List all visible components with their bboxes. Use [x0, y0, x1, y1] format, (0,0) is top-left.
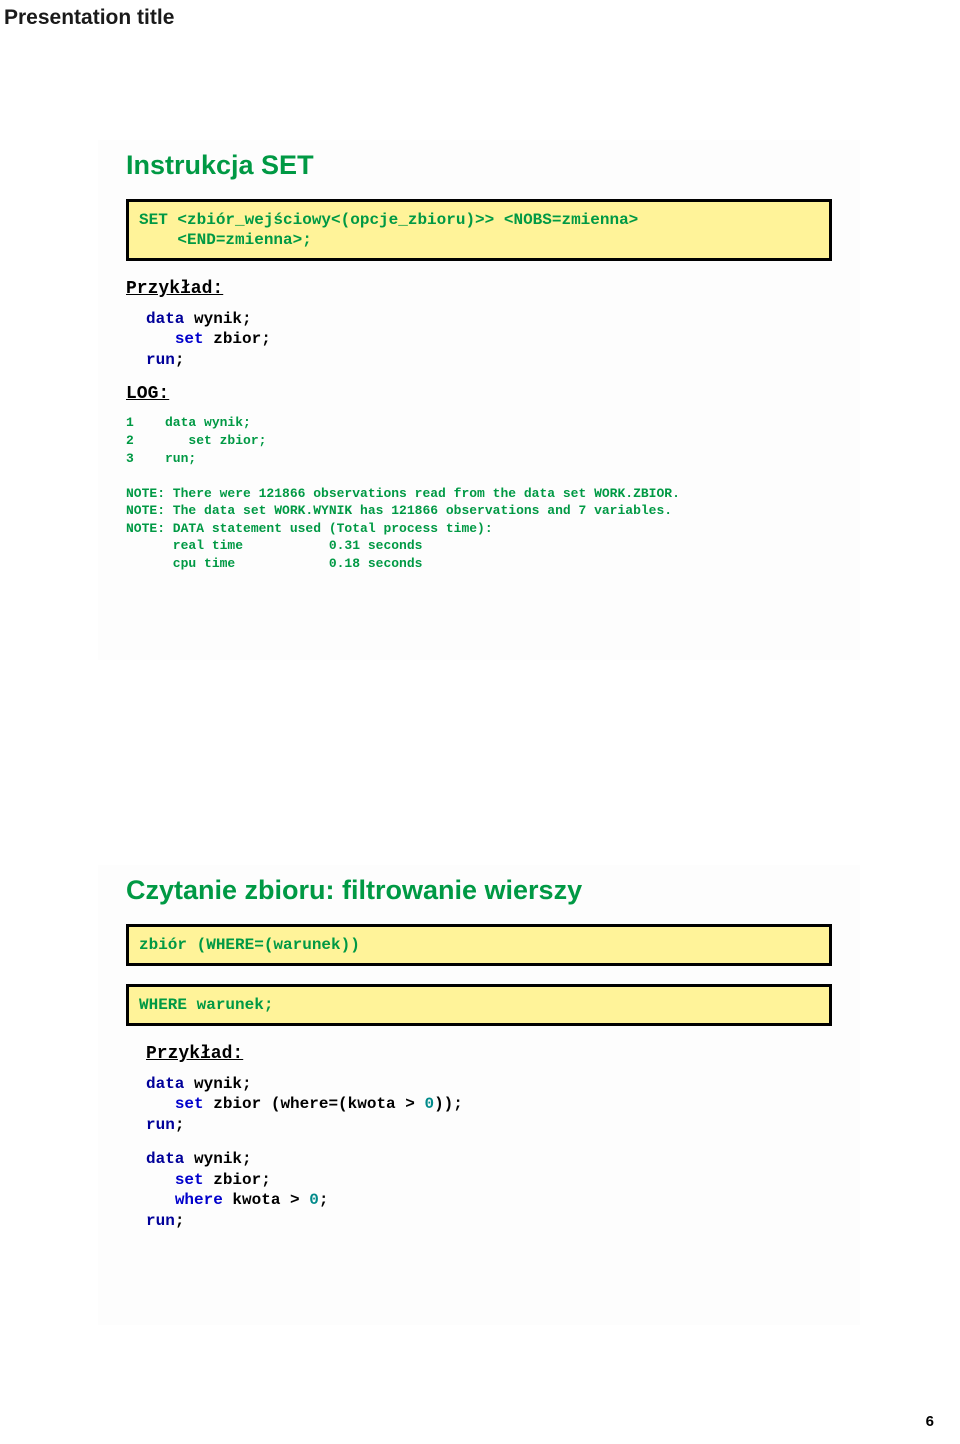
example-label: Przykład: — [146, 1044, 832, 1064]
slide-title: Instrukcja SET — [98, 140, 860, 199]
slide-title: Czytanie zbioru: filtrowanie wierszy — [98, 865, 860, 924]
syntax-box-where-option: zbiór (WHERE=(warunek)) — [126, 924, 832, 966]
syntax-box-where-stmt: WHERE warunek; — [126, 984, 832, 1026]
example-code-b: data wynik; set zbior; where kwota > 0; … — [146, 1149, 832, 1231]
page-number: 6 — [926, 1413, 934, 1430]
slide-filtrowanie-wierszy: Czytanie zbioru: filtrowanie wierszy zbi… — [98, 865, 860, 1325]
syntax-text: WHERE warunek; — [139, 995, 819, 1015]
syntax-text: SET <zbiór_wejściowy<(opcje_zbioru)>> <N… — [139, 210, 819, 250]
example-label: Przykład: — [126, 279, 832, 299]
syntax-box: SET <zbiór_wejściowy<(opcje_zbioru)>> <N… — [126, 199, 832, 261]
log-output: 1 data wynik; 2 set zbior; 3 run; NOTE: … — [126, 414, 832, 572]
log-label: LOG: — [126, 384, 832, 404]
page-header: Presentation title — [4, 6, 174, 30]
syntax-text: zbiór (WHERE=(warunek)) — [139, 935, 819, 955]
example-code: data wynik; set zbior; run; — [146, 309, 832, 370]
log-text: 1 data wynik; 2 set zbior; 3 run; NOTE: … — [126, 414, 832, 572]
example-code-a: data wynik; set zbior (where=(kwota > 0)… — [146, 1074, 832, 1135]
slide-instrukcja-set: Instrukcja SET SET <zbiór_wejściowy<(opc… — [98, 140, 860, 660]
